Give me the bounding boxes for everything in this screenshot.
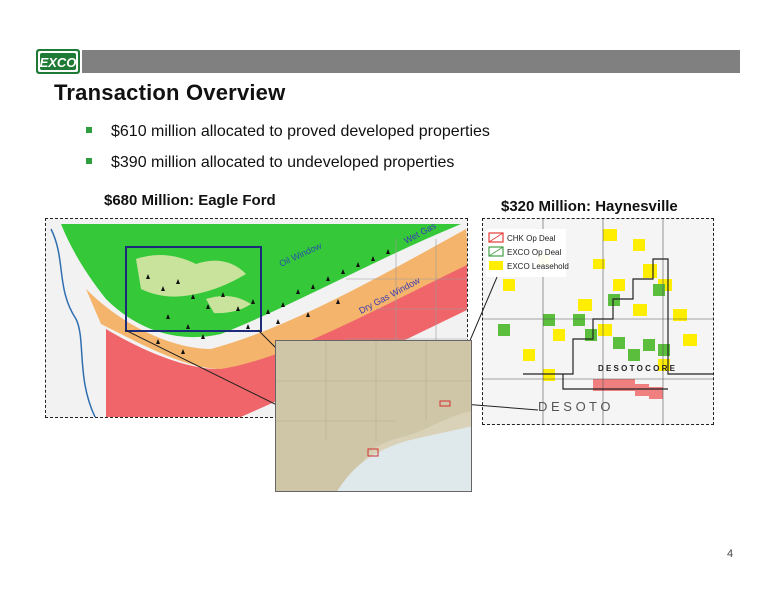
page-number: 4 [727, 548, 734, 560]
connector-lines [124, 276, 539, 453]
us-overview-map [275, 340, 472, 492]
